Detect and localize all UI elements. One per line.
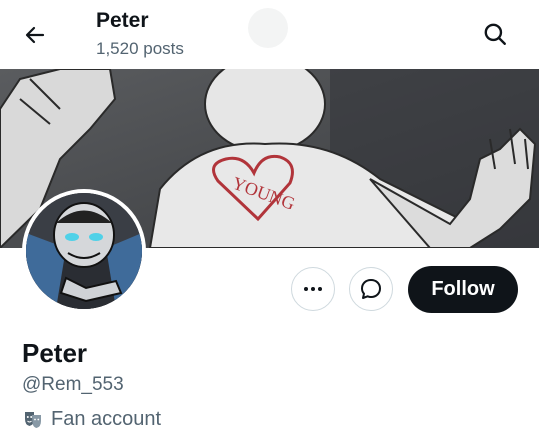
- theater-masks-icon: [22, 408, 44, 430]
- user-handle: @Rem_553: [22, 374, 124, 395]
- post-count: 1,520 posts: [96, 39, 184, 58]
- follow-button[interactable]: Follow: [408, 266, 518, 313]
- avatar[interactable]: [22, 189, 146, 313]
- profile-header: Peter 1,520 posts: [0, 0, 539, 68]
- category-label: Fan account: [51, 407, 162, 430]
- avatar-image: [26, 193, 142, 309]
- faint-overlay-circle: [248, 8, 288, 48]
- search-button[interactable]: [478, 17, 512, 51]
- profile-category: Fan account: [22, 406, 161, 432]
- message-button[interactable]: [349, 267, 393, 311]
- arrow-left-icon: [25, 26, 45, 44]
- more-options-button[interactable]: [291, 267, 335, 311]
- search-icon: [484, 23, 506, 45]
- header-title: Peter: [96, 9, 149, 32]
- back-button[interactable]: [19, 19, 51, 51]
- display-name: Peter: [22, 338, 88, 368]
- message-bubble-icon: [361, 279, 381, 299]
- more-dots-icon: [304, 287, 322, 291]
